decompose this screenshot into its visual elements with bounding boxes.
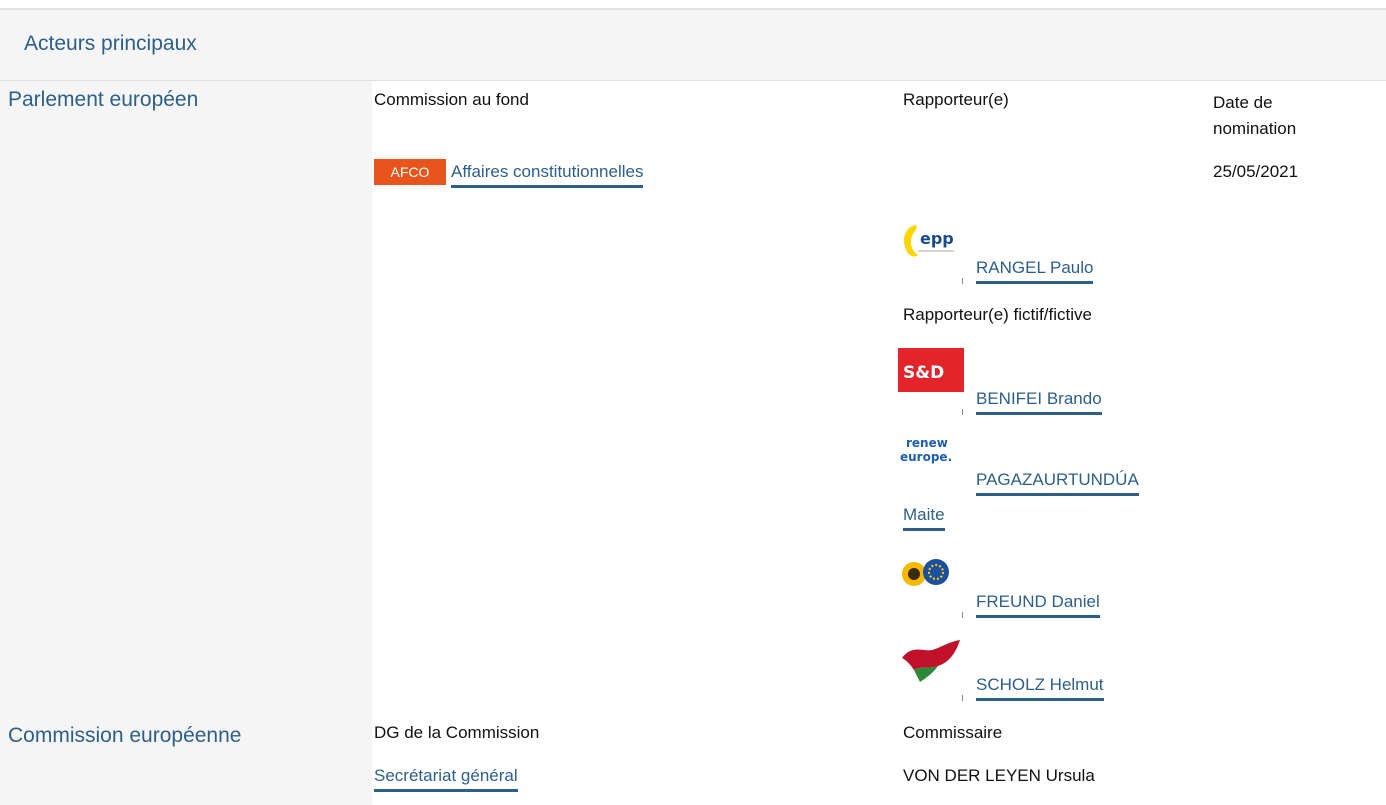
section-header: Acteurs principaux xyxy=(0,9,1386,81)
commission-title: Commission européenne xyxy=(8,724,242,747)
commissioner-column-header: Commissaire xyxy=(903,723,1003,742)
committee-link[interactable]: Affaires constitutionnelles xyxy=(451,162,644,188)
greens-efa-logo-icon xyxy=(898,556,964,592)
shadow-rapporteur-link[interactable]: SCHOLZ Helmut xyxy=(976,675,1104,701)
committee-badge: AFCO xyxy=(374,159,446,185)
nomination-date: 25/05/2021 xyxy=(1213,162,1299,181)
date-column-header: Date de nomination xyxy=(1213,93,1297,138)
renew-logo-text-2: europe. xyxy=(900,450,952,464)
shadow-rapporteur-link-continued[interactable]: Maite xyxy=(903,505,945,531)
epp-logo-text: epp xyxy=(920,229,954,248)
rapporteur-link[interactable]: RANGEL Paulo xyxy=(976,258,1094,284)
commissioner-name: VON DER LEYEN Ursula xyxy=(903,766,1095,785)
rapporteur-column-header: Rapporteur(e) xyxy=(903,90,1009,109)
committee-column-header: Commission au fond xyxy=(374,90,529,109)
dg-link[interactable]: Secrétariat général xyxy=(374,766,518,792)
dg-column-header: DG de la Commission xyxy=(374,723,540,742)
section-title: Acteurs principaux xyxy=(24,32,197,55)
parliament-title: Parlement européen xyxy=(8,88,199,111)
tick-mark xyxy=(962,612,963,618)
sd-logo-text: S&D xyxy=(903,363,944,383)
tick-mark xyxy=(962,409,963,415)
tick-mark xyxy=(962,695,963,701)
shadow-rapporteur-label: Rapporteur(e) fictif/fictive xyxy=(903,305,1092,324)
tick-mark xyxy=(962,278,963,284)
gue-ngl-logo-icon xyxy=(898,638,964,684)
left-label-column xyxy=(0,81,372,805)
sd-logo-icon: S&D xyxy=(898,348,964,392)
shadow-rapporteur-link[interactable]: FREUND Daniel xyxy=(976,592,1100,618)
shadow-rapporteur-link[interactable]: PAGAZAURTUNDÚA xyxy=(976,470,1139,496)
renew-logo-text-1: renew xyxy=(906,436,948,450)
epp-logo-icon: epp xyxy=(898,215,964,267)
renew-europe-logo-icon: renew europe. xyxy=(898,432,964,476)
shadow-rapporteur-link[interactable]: BENIFEI Brando xyxy=(976,389,1102,415)
